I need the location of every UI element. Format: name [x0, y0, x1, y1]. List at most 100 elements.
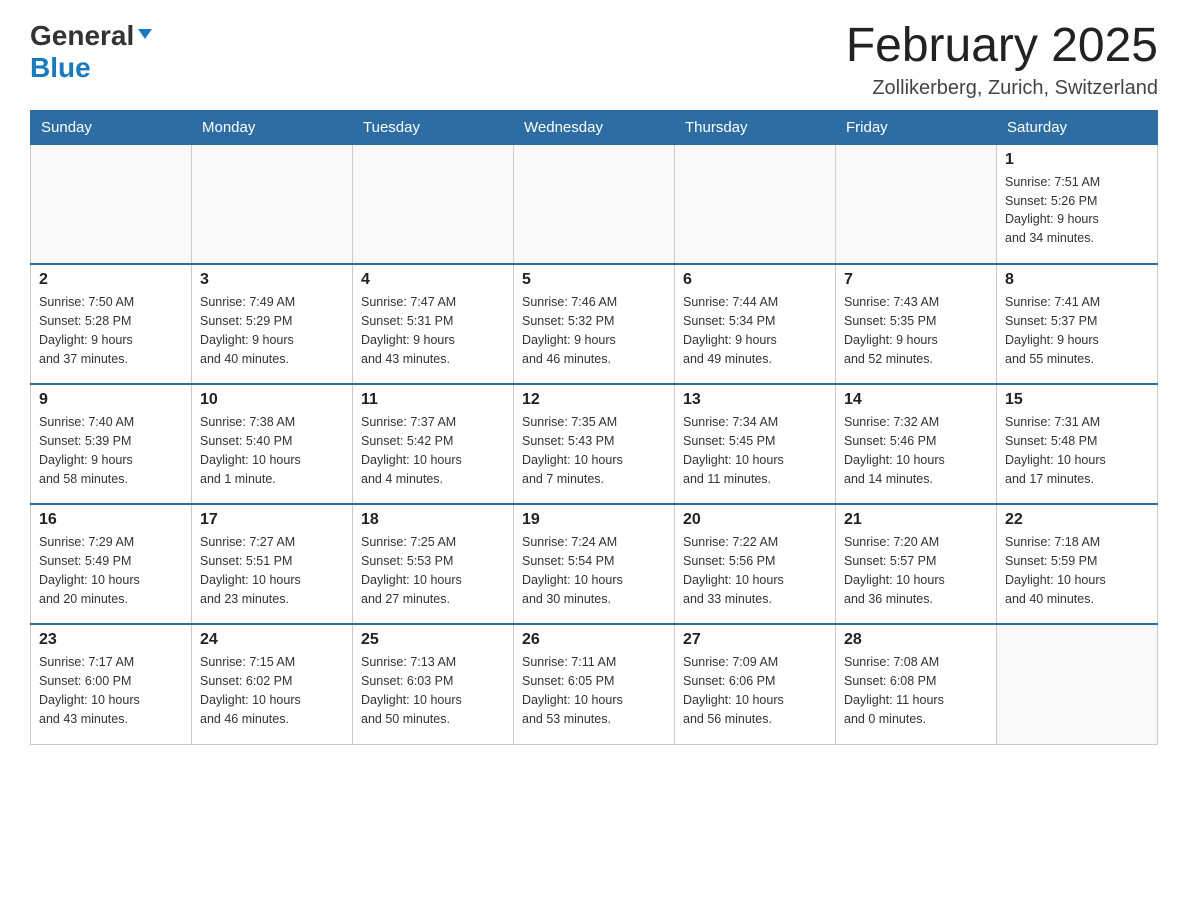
day-number: 27: [683, 631, 827, 649]
month-title: February 2025: [846, 20, 1158, 73]
logo-general: General: [30, 20, 134, 52]
day-info: Sunrise: 7:20 AM Sunset: 5:57 PM Dayligh…: [844, 533, 988, 608]
calendar-cell: 5 Sunrise: 7:46 AM Sunset: 5:32 PM Daylig…: [514, 264, 675, 384]
day-number: 8: [1005, 271, 1149, 289]
day-info: Sunrise: 7:17 AM Sunset: 6:00 PM Dayligh…: [39, 653, 183, 728]
calendar-cell: [675, 144, 836, 264]
day-info: Sunrise: 7:38 AM Sunset: 5:40 PM Dayligh…: [200, 413, 344, 488]
day-info: Sunrise: 7:32 AM Sunset: 5:46 PM Dayligh…: [844, 413, 988, 488]
header-monday: Monday: [192, 110, 353, 144]
day-info: Sunrise: 7:43 AM Sunset: 5:35 PM Dayligh…: [844, 293, 988, 368]
day-info: Sunrise: 7:35 AM Sunset: 5:43 PM Dayligh…: [522, 413, 666, 488]
day-number: 16: [39, 511, 183, 529]
day-number: 26: [522, 631, 666, 649]
day-number: 6: [683, 271, 827, 289]
header-thursday: Thursday: [675, 110, 836, 144]
day-number: 21: [844, 511, 988, 529]
day-info: Sunrise: 7:46 AM Sunset: 5:32 PM Dayligh…: [522, 293, 666, 368]
calendar-cell: [836, 144, 997, 264]
calendar-cell: 19 Sunrise: 7:24 AM Sunset: 5:54 PM Dayli…: [514, 504, 675, 624]
day-info: Sunrise: 7:34 AM Sunset: 5:45 PM Dayligh…: [683, 413, 827, 488]
calendar-cell: 22 Sunrise: 7:18 AM Sunset: 5:59 PM Dayli…: [997, 504, 1158, 624]
calendar-cell: 17 Sunrise: 7:27 AM Sunset: 5:51 PM Dayli…: [192, 504, 353, 624]
day-info: Sunrise: 7:09 AM Sunset: 6:06 PM Dayligh…: [683, 653, 827, 728]
calendar-week-1: 1 Sunrise: 7:51 AM Sunset: 5:26 PM Daylig…: [31, 144, 1158, 264]
calendar-cell: [514, 144, 675, 264]
day-number: 18: [361, 511, 505, 529]
calendar-table: Sunday Monday Tuesday Wednesday Thursday…: [30, 110, 1158, 745]
day-info: Sunrise: 7:50 AM Sunset: 5:28 PM Dayligh…: [39, 293, 183, 368]
calendar-cell: [31, 144, 192, 264]
day-number: 12: [522, 391, 666, 409]
day-info: Sunrise: 7:40 AM Sunset: 5:39 PM Dayligh…: [39, 413, 183, 488]
calendar-cell: [192, 144, 353, 264]
day-number: 25: [361, 631, 505, 649]
calendar-cell: 4Sunrise: 7:47 AM Sunset: 5:31 PM Daylig…: [353, 264, 514, 384]
calendar-cell: 16 Sunrise: 7:29 AM Sunset: 5:49 PM Dayli…: [31, 504, 192, 624]
page-header: General Blue February 2025 Zollikerberg,…: [30, 20, 1158, 100]
calendar-week-3: 9 Sunrise: 7:40 AM Sunset: 5:39 PM Daylig…: [31, 384, 1158, 504]
calendar-week-4: 16 Sunrise: 7:29 AM Sunset: 5:49 PM Dayli…: [31, 504, 1158, 624]
calendar-cell: 28 Sunrise: 7:08 AM Sunset: 6:08 PM Dayli…: [836, 624, 997, 744]
header-sunday: Sunday: [31, 110, 192, 144]
day-number: 2: [39, 271, 183, 289]
day-info: Sunrise: 7:18 AM Sunset: 5:59 PM Dayligh…: [1005, 533, 1149, 608]
calendar-cell: 27 Sunrise: 7:09 AM Sunset: 6:06 PM Dayli…: [675, 624, 836, 744]
day-info: Sunrise: 7:51 AM Sunset: 5:26 PM Dayligh…: [1005, 173, 1149, 248]
day-number: 23: [39, 631, 183, 649]
day-number: 7: [844, 271, 988, 289]
header-saturday: Saturday: [997, 110, 1158, 144]
calendar-cell: 21 Sunrise: 7:20 AM Sunset: 5:57 PM Dayli…: [836, 504, 997, 624]
day-number: 28: [844, 631, 988, 649]
header-friday: Friday: [836, 110, 997, 144]
calendar-cell: 9 Sunrise: 7:40 AM Sunset: 5:39 PM Daylig…: [31, 384, 192, 504]
day-number: 13: [683, 391, 827, 409]
logo-arrow-icon: [136, 25, 154, 48]
day-info: Sunrise: 7:29 AM Sunset: 5:49 PM Dayligh…: [39, 533, 183, 608]
day-info: Sunrise: 7:22 AM Sunset: 5:56 PM Dayligh…: [683, 533, 827, 608]
day-info: Sunrise: 7:49 AM Sunset: 5:29 PM Dayligh…: [200, 293, 344, 368]
calendar-cell: 23 Sunrise: 7:17 AM Sunset: 6:00 PM Dayli…: [31, 624, 192, 744]
day-number: 10: [200, 391, 344, 409]
day-number: 4: [361, 271, 505, 289]
day-number: 24: [200, 631, 344, 649]
day-info: Sunrise: 7:41 AM Sunset: 5:37 PM Dayligh…: [1005, 293, 1149, 368]
day-number: 17: [200, 511, 344, 529]
calendar-cell: 1 Sunrise: 7:51 AM Sunset: 5:26 PM Daylig…: [997, 144, 1158, 264]
calendar-cell: 8 Sunrise: 7:41 AM Sunset: 5:37 PM Daylig…: [997, 264, 1158, 384]
location: Zollikerberg, Zurich, Switzerland: [846, 77, 1158, 100]
calendar-week-2: 2 Sunrise: 7:50 AM Sunset: 5:28 PM Daylig…: [31, 264, 1158, 384]
calendar-cell: 7 Sunrise: 7:43 AM Sunset: 5:35 PM Daylig…: [836, 264, 997, 384]
day-number: 1: [1005, 151, 1149, 169]
day-number: 19: [522, 511, 666, 529]
day-info: Sunrise: 7:27 AM Sunset: 5:51 PM Dayligh…: [200, 533, 344, 608]
day-number: 3: [200, 271, 344, 289]
day-number: 5: [522, 271, 666, 289]
logo-blue: Blue: [30, 52, 91, 83]
day-info: Sunrise: 7:08 AM Sunset: 6:08 PM Dayligh…: [844, 653, 988, 728]
calendar-cell: 6 Sunrise: 7:44 AM Sunset: 5:34 PM Daylig…: [675, 264, 836, 384]
day-info: Sunrise: 7:25 AM Sunset: 5:53 PM Dayligh…: [361, 533, 505, 608]
calendar-cell: 13 Sunrise: 7:34 AM Sunset: 5:45 PM Dayli…: [675, 384, 836, 504]
calendar-cell: 20 Sunrise: 7:22 AM Sunset: 5:56 PM Dayli…: [675, 504, 836, 624]
calendar-cell: [353, 144, 514, 264]
day-info: Sunrise: 7:31 AM Sunset: 5:48 PM Dayligh…: [1005, 413, 1149, 488]
calendar-cell: 18 Sunrise: 7:25 AM Sunset: 5:53 PM Dayli…: [353, 504, 514, 624]
day-number: 20: [683, 511, 827, 529]
calendar-week-5: 23 Sunrise: 7:17 AM Sunset: 6:00 PM Dayli…: [31, 624, 1158, 744]
calendar-cell: 3 Sunrise: 7:49 AM Sunset: 5:29 PM Daylig…: [192, 264, 353, 384]
calendar-cell: 25Sunrise: 7:13 AM Sunset: 6:03 PM Dayli…: [353, 624, 514, 744]
calendar-cell: 12 Sunrise: 7:35 AM Sunset: 5:43 PM Dayli…: [514, 384, 675, 504]
day-info: Sunrise: 7:44 AM Sunset: 5:34 PM Dayligh…: [683, 293, 827, 368]
day-number: 15: [1005, 391, 1149, 409]
header-wednesday: Wednesday: [514, 110, 675, 144]
day-info: Sunrise: 7:24 AM Sunset: 5:54 PM Dayligh…: [522, 533, 666, 608]
day-number: 22: [1005, 511, 1149, 529]
calendar-cell: 15 Sunrise: 7:31 AM Sunset: 5:48 PM Dayli…: [997, 384, 1158, 504]
day-info: Sunrise: 7:37 AM Sunset: 5:42 PM Dayligh…: [361, 413, 505, 488]
day-number: 11: [361, 391, 505, 409]
calendar-cell: 14Sunrise: 7:32 AM Sunset: 5:46 PM Dayli…: [836, 384, 997, 504]
logo: General Blue: [30, 20, 154, 84]
calendar-cell: 10 Sunrise: 7:38 AM Sunset: 5:40 PM Dayli…: [192, 384, 353, 504]
day-number: 9: [39, 391, 183, 409]
